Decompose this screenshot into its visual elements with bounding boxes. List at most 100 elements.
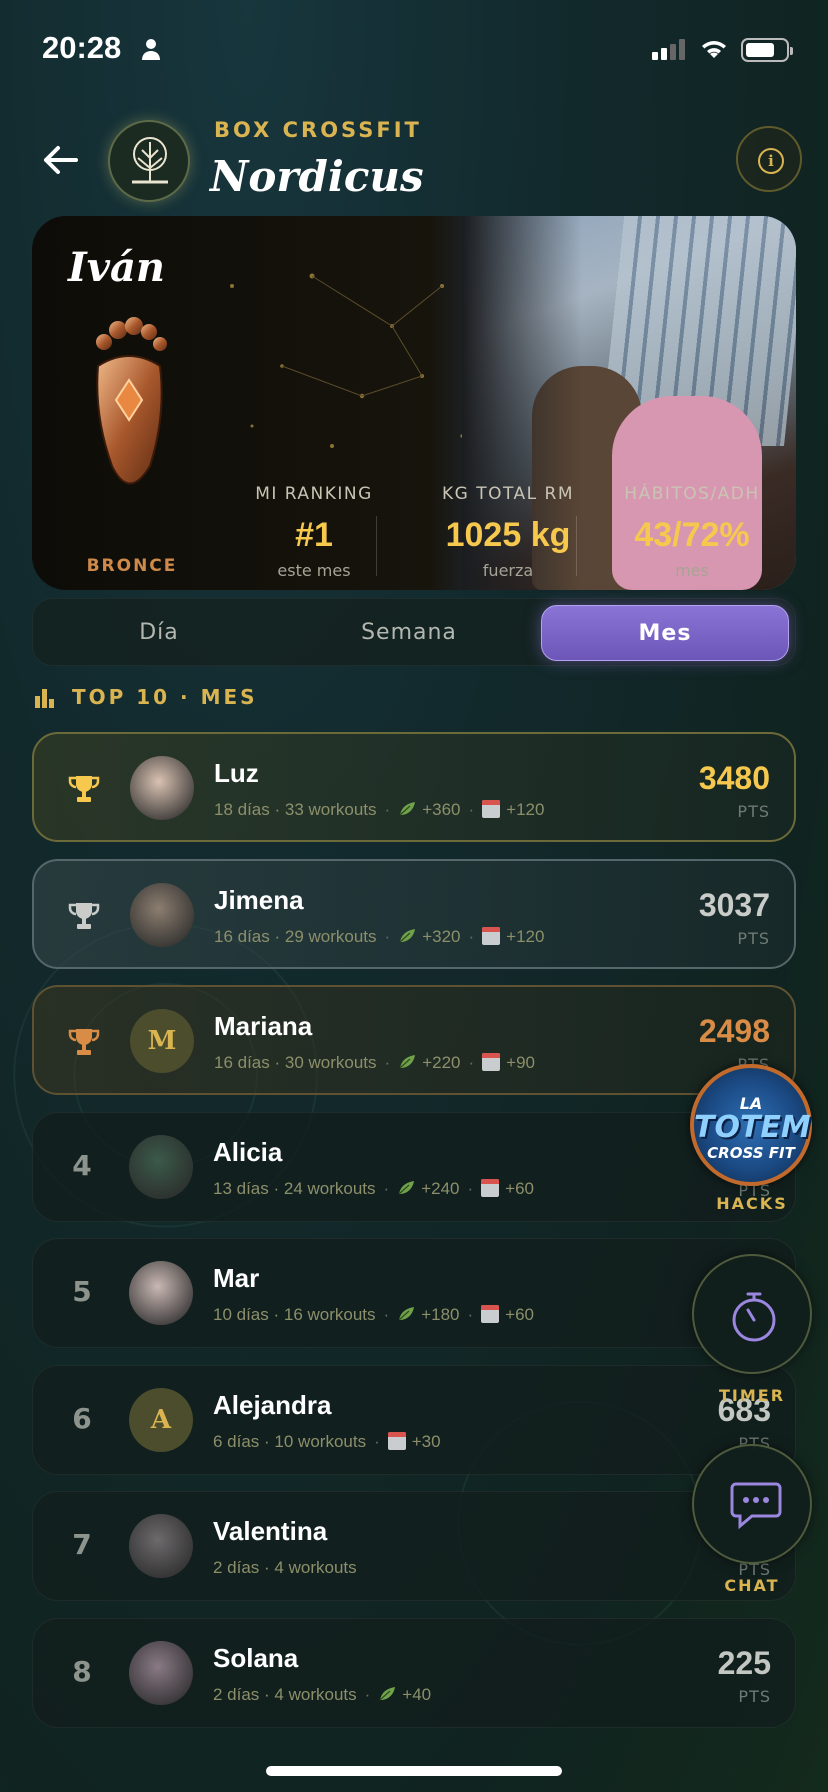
- rank-number: 5: [72, 1275, 92, 1308]
- divider: [576, 516, 577, 576]
- leaf-icon: [399, 802, 416, 816]
- leaderboard-row[interactable]: 8 Solana 2 días · 4 workouts · +40 225 PTS: [32, 1617, 796, 1728]
- avatar: [129, 1514, 193, 1578]
- calendar-points: +120: [506, 800, 545, 819]
- tab-dia[interactable]: Día: [39, 605, 279, 661]
- timer-button[interactable]: [692, 1254, 812, 1374]
- leaf-icon: [379, 1686, 396, 1700]
- leaderboard-row[interactable]: 6 A Alejandra 6 días · 10 workouts · +30 683 PT…: [32, 1364, 796, 1475]
- tab-mes[interactable]: Mes: [541, 605, 789, 661]
- home-indicator[interactable]: [266, 1766, 562, 1776]
- points-value: 3480: [698, 760, 770, 796]
- user-name: Mariana: [214, 1011, 313, 1041]
- hacks-label: HACKS: [716, 1194, 788, 1213]
- back-arrow-icon[interactable]: [40, 140, 80, 180]
- leaf-icon: [399, 928, 416, 942]
- leaf-icon: [399, 1055, 416, 1069]
- leaderboard-row[interactable]: M Mariana 16 días · 30 workouts · +220 · +90 24…: [32, 985, 796, 1095]
- leaf-icon: [398, 1180, 415, 1194]
- points-value: 3037: [698, 886, 770, 923]
- calendar-icon: [482, 926, 501, 945]
- person-icon: [142, 39, 160, 60]
- cellular-signal-icon: [652, 38, 685, 60]
- activity-summary: 2 días · 4 workouts: [213, 1558, 357, 1577]
- leaderboard-row[interactable]: Jimena 16 días · 29 workouts · +320 · +120 303…: [32, 858, 796, 969]
- activity-summary: 16 días · 29 workouts: [214, 926, 377, 946]
- avatar: M: [130, 1009, 194, 1073]
- activity-summary: 18 días · 33 workouts: [214, 800, 377, 819]
- leaderboard-row[interactable]: 7 Valentina 2 días · 4 workouts PTS: [32, 1491, 796, 1601]
- points-value: 2498: [698, 1013, 770, 1049]
- totem-hacks-button[interactable]: LA TOTEM CROSS FIT: [690, 1064, 812, 1186]
- status-time: 20:28: [42, 30, 122, 65]
- user-name: Solana: [213, 1642, 299, 1673]
- chat-button[interactable]: [692, 1444, 812, 1564]
- stat-value: #1: [295, 516, 333, 554]
- tab-semana[interactable]: Semana: [289, 605, 529, 661]
- timer-label: TIMER: [718, 1386, 786, 1405]
- avatar: [129, 1134, 193, 1199]
- user-name: Luz: [214, 758, 259, 788]
- avatar: [130, 882, 194, 947]
- user-name: Jimena: [214, 884, 304, 915]
- trophy-icon: [68, 1029, 100, 1055]
- calendar-points: +60: [505, 1178, 535, 1198]
- activity-summary: 16 días · 30 workouts: [214, 1053, 377, 1072]
- stat-label: MI RANKING: [255, 484, 373, 504]
- trophy-icon: [68, 902, 100, 929]
- calendar-icon: [482, 1053, 501, 1071]
- tier-label: BRONCE: [86, 556, 178, 576]
- chat-bubble-icon: [730, 1482, 782, 1530]
- activity-summary: 13 días · 24 workouts: [213, 1178, 376, 1198]
- activity-summary: 2 días · 4 workouts: [213, 1684, 357, 1704]
- points-value: 225: [717, 1644, 771, 1681]
- rank-number: 6: [72, 1401, 92, 1435]
- stat-habits: HÁBITOS/ADH 43/72% mes: [604, 484, 780, 580]
- calendar-points: +90: [506, 1053, 536, 1072]
- divider: [376, 516, 377, 576]
- leaderboard-row[interactable]: Luz 18 días · 33 workouts · +360 · +120 3480 PT…: [32, 732, 796, 842]
- leaf-points: +240: [421, 1178, 460, 1198]
- avatar: [129, 1640, 193, 1705]
- stat-label: KG TOTAL RM: [441, 484, 575, 504]
- calendar-icon: [387, 1431, 406, 1450]
- row-meta: 13 días · 24 workouts · +240 · +60: [213, 1178, 535, 1198]
- row-meta: 16 días · 29 workouts · +320 · +120: [214, 926, 545, 946]
- leaderboard-row[interactable]: 4Alicia13 días · 24 workouts·+240·+602PT…: [32, 1111, 796, 1222]
- stat-label: HÁBITOS/ADH: [624, 484, 760, 504]
- totem-line-2: TOTEM: [694, 1110, 811, 1145]
- row-meta: 16 días · 30 workouts · +220 · +90: [214, 1053, 536, 1072]
- info-button[interactable]: i: [736, 126, 802, 192]
- status-bar: 20:28: [0, 0, 828, 100]
- calendar-points: +30: [411, 1431, 441, 1451]
- battery-icon: [741, 38, 793, 62]
- calendar-icon: [481, 1178, 500, 1197]
- leaf-points: +40: [402, 1684, 432, 1704]
- box-label: BOX CROSSFIT: [214, 118, 422, 142]
- points-label: PTS: [738, 1686, 771, 1706]
- rank-number: 4: [72, 1148, 92, 1182]
- avatar: [129, 1261, 193, 1325]
- stat-sub: fuerza: [482, 561, 534, 580]
- box-name: Nordicus: [210, 152, 424, 201]
- calendar-icon: [482, 800, 501, 818]
- stopwatch-icon: [732, 1292, 776, 1342]
- rank-number: 8: [72, 1654, 92, 1688]
- info-icon: i: [758, 148, 784, 174]
- stat-value: 1025 kg: [445, 516, 571, 554]
- leaf-points: +360: [422, 800, 461, 819]
- user-name: Alejandra: [213, 1389, 332, 1420]
- leaderboard-row[interactable]: 5 Mar 10 días · 16 workouts · +180 · +60: [32, 1238, 796, 1348]
- activity-summary: 10 días · 16 workouts: [213, 1305, 376, 1324]
- user-name: Alicia: [213, 1136, 283, 1167]
- row-meta: 10 días · 16 workouts · +180 · +60: [213, 1305, 535, 1324]
- tree-icon: [132, 137, 168, 184]
- leaf-icon: [398, 1307, 415, 1321]
- rank-number: 7: [72, 1528, 92, 1561]
- leaf-points: +320: [422, 926, 461, 946]
- row-meta: 2 días · 4 workouts: [213, 1558, 357, 1578]
- calendar-points: +60: [505, 1305, 535, 1324]
- stat-total-rm: KG TOTAL RM 1025 kg fuerza: [404, 484, 612, 580]
- avatar: A: [129, 1387, 193, 1452]
- stat-sub: mes: [675, 561, 709, 580]
